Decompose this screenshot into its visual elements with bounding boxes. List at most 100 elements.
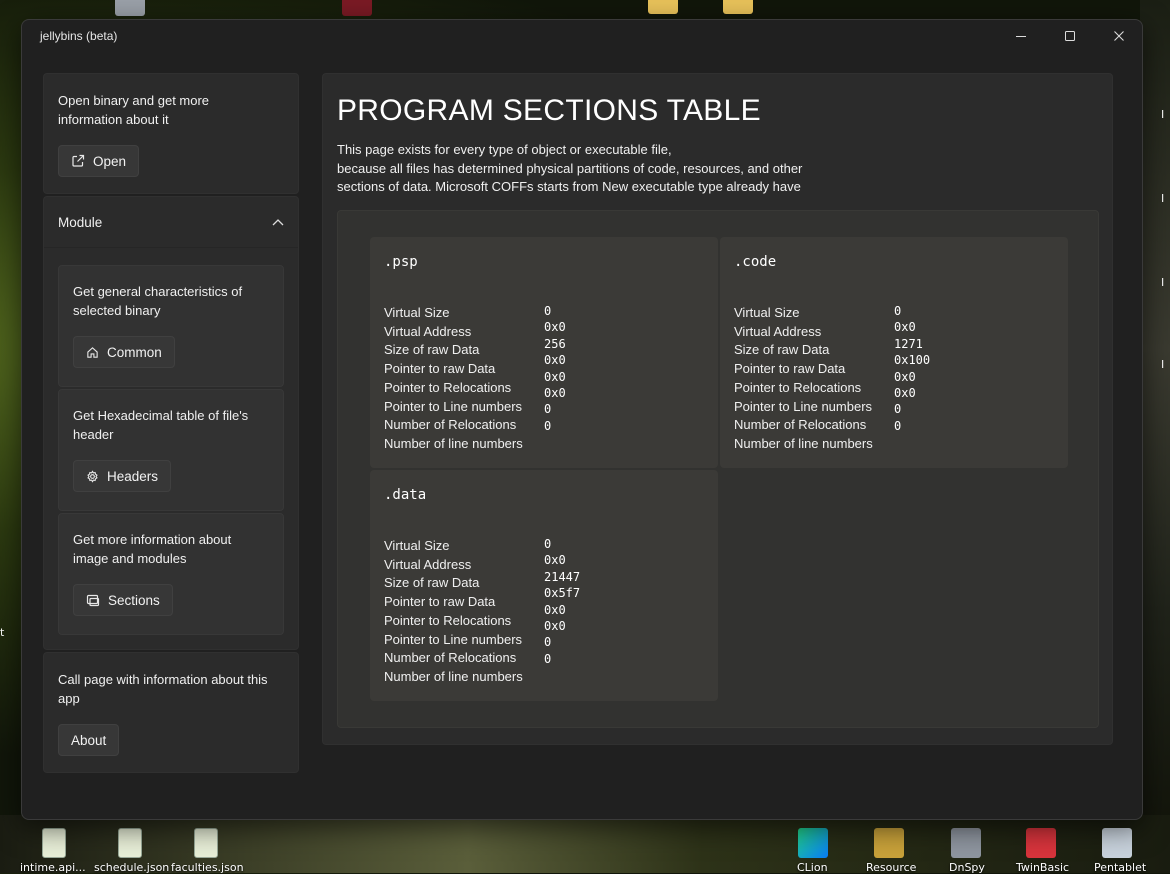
desktop-icon-label: faculties.json (171, 861, 244, 874)
desktop-edge-glyph: I (1161, 192, 1165, 205)
desktop-folder-icon[interactable] (648, 0, 678, 14)
about-button-label: About (71, 732, 107, 748)
desktop-edge-glyph: I (1161, 358, 1165, 371)
common-button[interactable]: Common (73, 336, 175, 368)
maximize-button[interactable] (1047, 20, 1093, 52)
section-card: .psp Virtual Size Virtual Address Size of r… (370, 237, 718, 468)
section-field-label: Pointer to Line numbers (384, 398, 523, 414)
sections-card: Get more information about image and mod… (58, 513, 284, 635)
headers-card-text: Get Hexadecimal table of file's header (73, 408, 249, 442)
desktop-edge-glyph: I (1161, 108, 1165, 121)
module-expander-body: Get general characteristics of selected … (44, 248, 298, 635)
section-name: .code (734, 254, 777, 270)
page-title: PROGRAM SECTIONS TABLE (337, 94, 761, 127)
chevron-up-icon[interactable] (272, 218, 284, 226)
twinbasic-icon[interactable] (1026, 828, 1056, 858)
section-field-values: 0 0x0 1271 0x100 0x0 0x0 0 0 (894, 303, 930, 434)
section-field-label: Virtual Size (384, 305, 450, 320)
minimize-button[interactable] (998, 20, 1044, 52)
about-card-text: Call page with information about this ap… (58, 672, 268, 706)
section-field-label: Pointer to Line numbers (384, 631, 523, 647)
desktop-background-right (1140, 0, 1170, 873)
section-field-value: 0 (894, 402, 902, 417)
section-field-value: 0x0 (894, 320, 916, 335)
desktop-settings-icon[interactable] (115, 0, 145, 16)
section-field-value: 0x0 (544, 619, 566, 634)
section-field-value: 0x0 (544, 320, 566, 335)
about-button[interactable]: About (58, 724, 120, 756)
section-field-value: 0x0 (544, 553, 566, 568)
sections-button-label: Sections (108, 592, 160, 608)
open-card-text: Open binary and get more information abo… (58, 93, 210, 127)
close-button[interactable] (1096, 20, 1142, 52)
section-field-value: 0 (544, 304, 552, 318)
section-card: .data Virtual Size Virtual Address Size of … (370, 470, 718, 701)
common-button-label: Common (107, 344, 162, 360)
json-file-icon[interactable] (118, 828, 142, 858)
section-field-value: 0x0 (544, 602, 566, 617)
module-expander-header[interactable]: Module (44, 197, 298, 248)
section-card: .code Virtual Size Virtual Address Size of … (720, 237, 1068, 468)
section-field-label: Pointer to Line numbers (734, 398, 873, 414)
section-field-value: 256 (544, 336, 566, 351)
section-field-value: 0x5f7 (544, 586, 581, 601)
desktop-shortcut-icon[interactable] (342, 0, 372, 16)
desktop-icon-label: Pentablet (1094, 861, 1147, 874)
section-name: .psp (384, 254, 418, 270)
headers-button-label: Headers (107, 468, 159, 484)
common-card: Get general characteristics of selected … (58, 265, 284, 387)
json-file-icon[interactable] (194, 828, 218, 858)
pentablet-icon[interactable] (1102, 828, 1132, 858)
minimize-icon (1016, 36, 1026, 37)
section-field-label: Pointer to raw Data (734, 361, 846, 377)
section-field-value: 0x0 (894, 386, 916, 401)
app-window: jellybins (beta) Open binary and get mor… (21, 19, 1143, 820)
section-field-values: 0 0x0 256 0x0 0x0 0x0 0 0 (544, 303, 566, 434)
module-expander: Module Get general characteristics of se… (43, 196, 299, 650)
section-field-label: Pointer to Relocations (384, 612, 512, 628)
title-bar[interactable]: jellybins (beta) (22, 20, 1142, 52)
section-field-value: 0 (894, 418, 902, 433)
section-field-value: 0x0 (544, 369, 566, 384)
section-field-label: Size of raw Data (384, 342, 480, 358)
section-field-label: Pointer to Relocations (734, 379, 862, 395)
section-field-label: Number of Relocations (384, 650, 517, 666)
section-field-label: Virtual Size (734, 305, 800, 320)
section-field-value: 0 (544, 651, 552, 666)
sections-card-text: Get more information about image and mod… (73, 532, 232, 566)
section-field-label: Number of line numbers (734, 435, 873, 451)
gear-icon (87, 469, 98, 483)
section-field-value: 0 (894, 304, 902, 318)
close-icon (1114, 31, 1124, 41)
sections-panel: .psp Virtual Size Virtual Address Size of r… (337, 210, 1099, 728)
desktop-folder-icon[interactable] (723, 0, 753, 14)
section-field-label: Number of Relocations (734, 417, 867, 433)
section-name: .data (384, 487, 427, 503)
module-label: Module (58, 214, 103, 230)
section-field-label: Number of Relocations (384, 417, 517, 433)
common-card-text: Get general characteristics of selected … (73, 284, 243, 318)
open-button[interactable]: Open (58, 145, 140, 177)
section-field-label: Virtual Address (734, 323, 822, 339)
clion-icon[interactable] (798, 828, 828, 858)
json-file-icon[interactable] (42, 828, 66, 858)
headers-card: Get Hexadecimal table of file's header H… (58, 389, 284, 511)
open-button-label: Open (93, 153, 127, 169)
maximize-icon (1065, 31, 1075, 41)
desktop-edge-glyph: I (1161, 276, 1165, 289)
page-description: This page exists for every type of objec… (337, 142, 803, 194)
section-field-value: 0 (544, 537, 552, 551)
section-field-value: 0x0 (544, 386, 566, 401)
section-field-labels: Virtual Size Virtual Address Size of raw D… (384, 537, 523, 687)
headers-button[interactable]: Headers (73, 460, 172, 492)
resource-hacker-icon[interactable] (874, 828, 904, 858)
sections-icon (86, 594, 100, 606)
main-panel: PROGRAM SECTIONS TABLE This page exists … (322, 73, 1113, 745)
section-field-labels: Virtual Size Virtual Address Size of raw D… (734, 304, 873, 454)
section-field-value: 0x0 (544, 353, 566, 368)
section-field-value: 0 (544, 635, 552, 650)
section-field-label: Pointer to raw Data (384, 594, 496, 610)
dnspy-icon[interactable] (951, 828, 981, 858)
desktop-icon-label: schedule.json (94, 861, 170, 874)
sections-button[interactable]: Sections (73, 584, 173, 616)
